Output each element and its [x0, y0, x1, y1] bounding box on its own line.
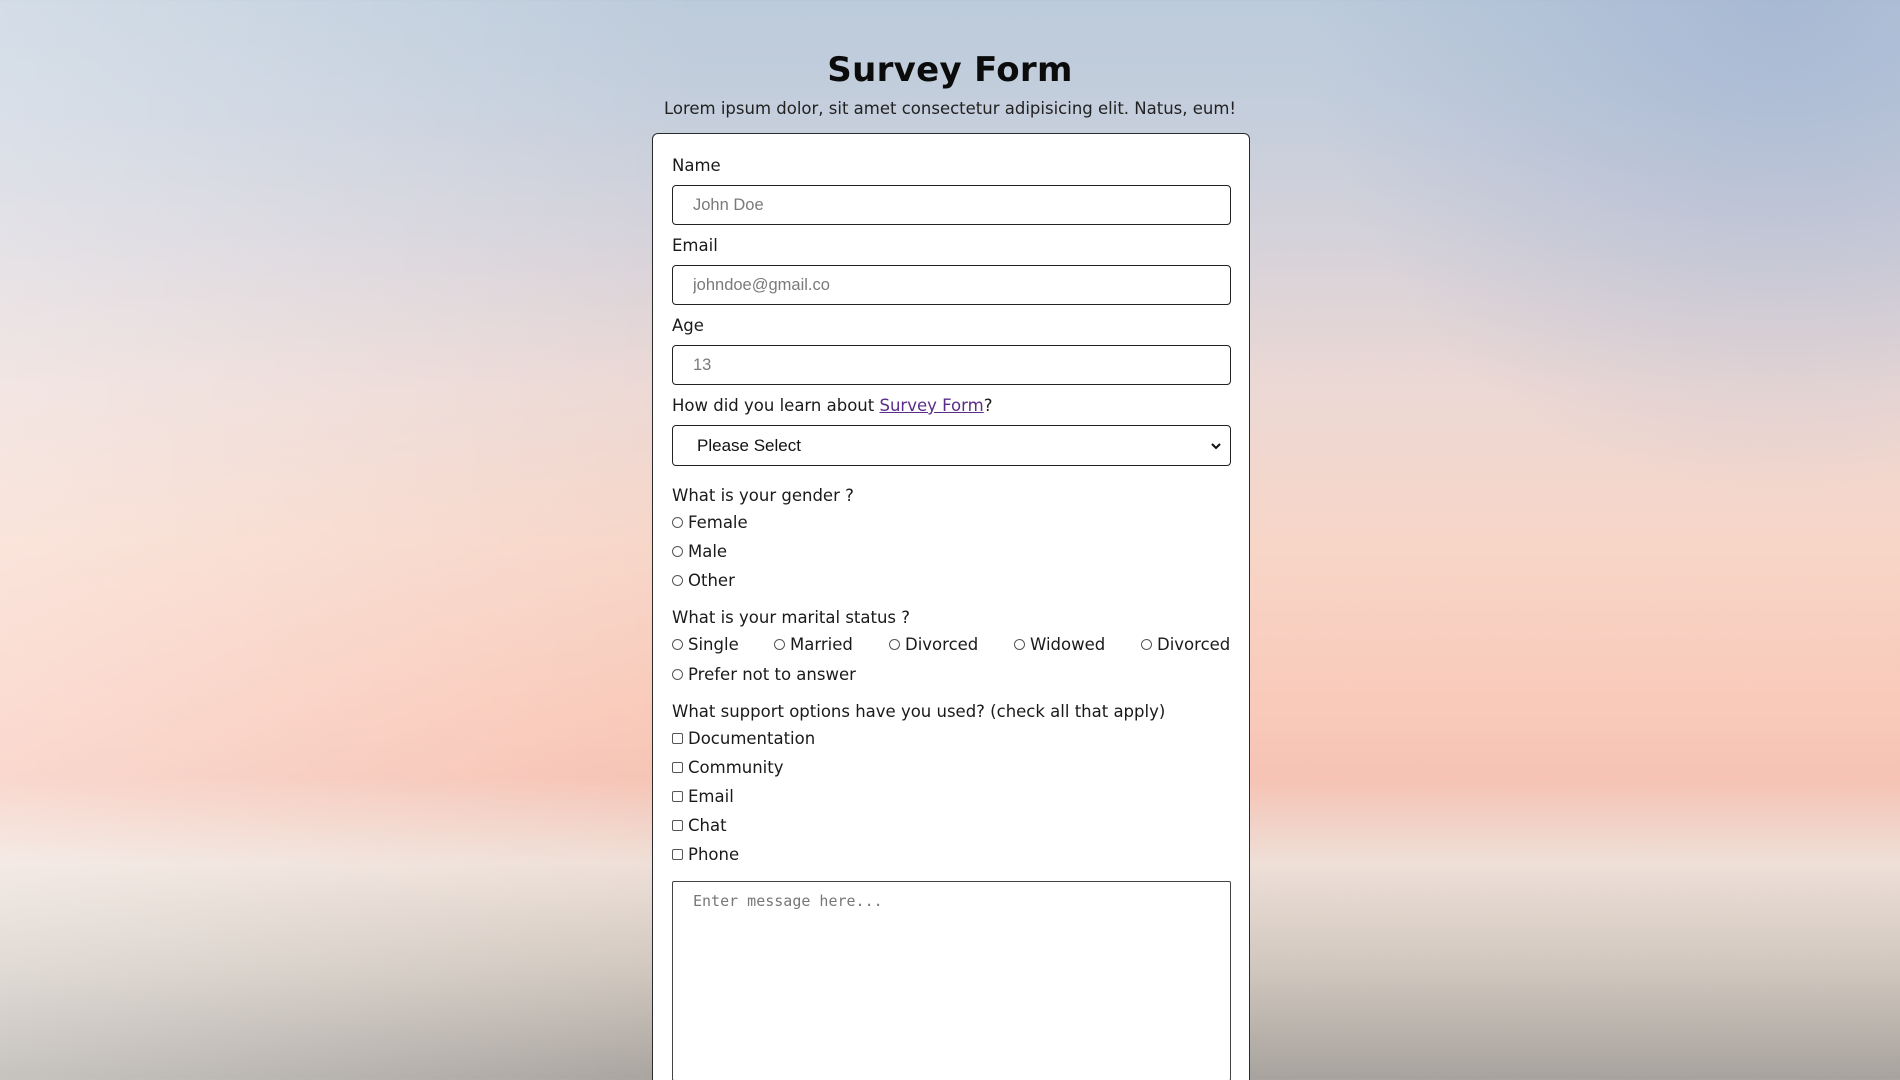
- marital-option-married[interactable]: Married: [774, 635, 853, 654]
- survey-form: Name Email Age How did you learn about S…: [652, 133, 1250, 1080]
- checkbox-documentation[interactable]: [672, 733, 683, 744]
- marital-label: What is your marital status ?: [672, 608, 911, 627]
- name-label: Name: [672, 156, 721, 175]
- checkbox-email[interactable]: [672, 791, 683, 802]
- support-option-phone[interactable]: Phone: [672, 845, 739, 864]
- name-input[interactable]: [672, 185, 1231, 225]
- marital-option-widowed[interactable]: Widowed: [1014, 635, 1105, 654]
- support-option-email[interactable]: Email: [672, 787, 734, 806]
- age-input[interactable]: [672, 345, 1231, 385]
- checkbox-phone[interactable]: [672, 849, 683, 860]
- option-label: Other: [688, 571, 735, 590]
- option-label: Chat: [688, 816, 727, 835]
- option-label: Widowed: [1030, 635, 1106, 654]
- checkbox-chat[interactable]: [672, 820, 683, 831]
- option-label: Divorced: [1157, 635, 1231, 654]
- radio-married[interactable]: [774, 639, 785, 650]
- option-label: Divorced: [905, 635, 979, 654]
- referral-label-suffix: ?: [983, 396, 993, 415]
- email-label: Email: [672, 236, 718, 255]
- background-highlight-left: [0, 0, 700, 1080]
- radio-divorced-2[interactable]: [1141, 639, 1152, 650]
- checkbox-community[interactable]: [672, 762, 683, 773]
- referral-label: How did you learn about Survey Form?: [672, 396, 1231, 415]
- gender-option-female[interactable]: Female: [672, 513, 748, 532]
- gender-option-male[interactable]: Male: [672, 542, 727, 561]
- radio-widowed[interactable]: [1014, 639, 1025, 650]
- age-label: Age: [672, 316, 704, 335]
- marital-option-divorced[interactable]: Divorced: [889, 635, 978, 654]
- option-label: Community: [688, 758, 784, 777]
- marital-option-single[interactable]: Single: [672, 635, 739, 654]
- marital-option-prefer-not[interactable]: Prefer not to answer: [672, 665, 856, 684]
- option-label: Single: [688, 635, 739, 654]
- option-label: Married: [790, 635, 853, 654]
- support-label: What support options have you used? (che…: [672, 702, 1166, 721]
- email-input[interactable]: [672, 265, 1231, 305]
- message-textarea[interactable]: [672, 881, 1231, 1080]
- referral-select-value: Please Select: [697, 435, 801, 455]
- referral-label-prefix: How did you learn about: [672, 396, 880, 415]
- page-subtitle: Lorem ipsum dolor, sit amet consectetur …: [663, 99, 1237, 118]
- marital-option-divorced-2[interactable]: Divorced: [1141, 635, 1230, 654]
- option-label: Male: [688, 542, 728, 561]
- survey-form-link[interactable]: Survey Form: [879, 396, 983, 415]
- radio-divorced[interactable]: [889, 639, 900, 650]
- support-option-documentation[interactable]: Documentation: [672, 729, 815, 748]
- chevron-down-icon: [1211, 443, 1221, 450]
- option-label: Female: [688, 513, 748, 532]
- gender-label: What is your gender ?: [672, 486, 854, 505]
- gender-option-other[interactable]: Other: [672, 571, 735, 590]
- radio-single[interactable]: [672, 639, 683, 650]
- option-label: Prefer not to answer: [688, 665, 856, 684]
- support-option-chat[interactable]: Chat: [672, 816, 727, 835]
- radio-other[interactable]: [672, 575, 683, 586]
- option-label: Email: [688, 787, 734, 806]
- option-label: Documentation: [688, 729, 816, 748]
- radio-female[interactable]: [672, 517, 683, 528]
- support-option-community[interactable]: Community: [672, 758, 784, 777]
- referral-select[interactable]: Please Select: [672, 425, 1231, 466]
- page-title: Survey Form: [827, 50, 1073, 90]
- radio-prefer-not[interactable]: [672, 669, 683, 680]
- radio-male[interactable]: [672, 546, 683, 557]
- option-label: Phone: [688, 845, 740, 864]
